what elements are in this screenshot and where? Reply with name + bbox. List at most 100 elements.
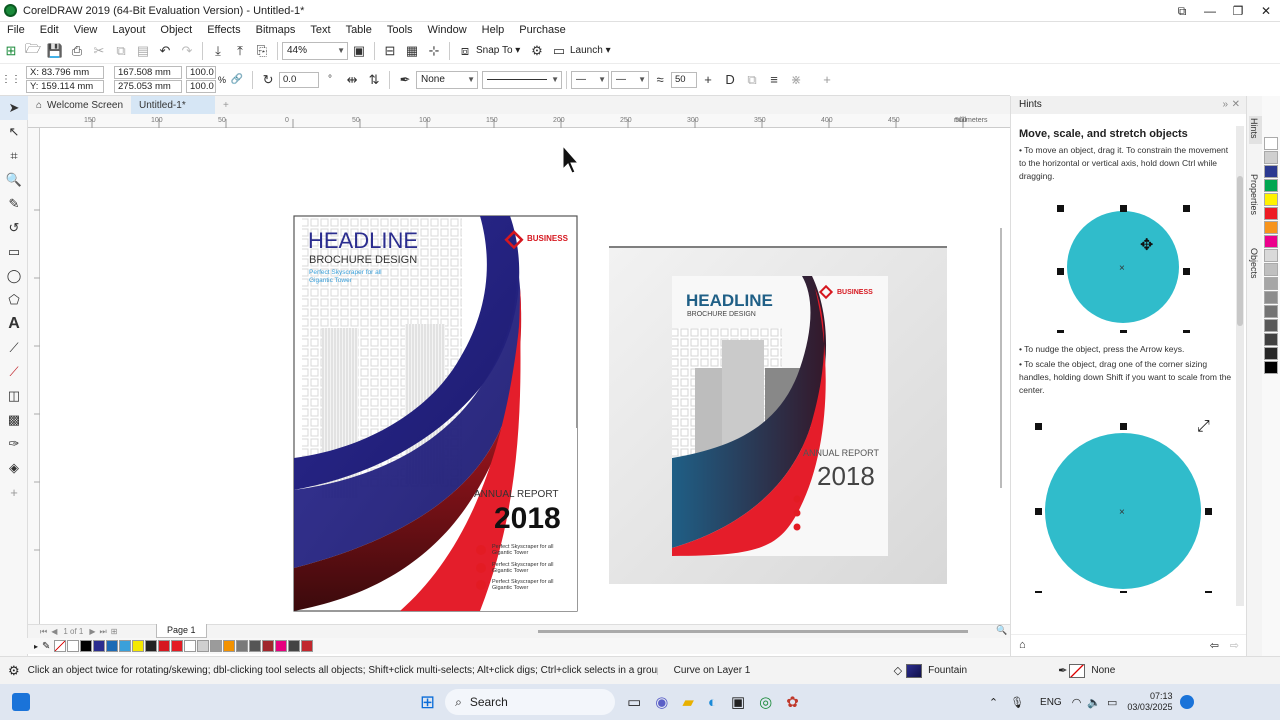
object-origin-icon[interactable]: ⋮⋮ <box>1 70 21 90</box>
ellipse-tool-icon[interactable]: ◯ <box>0 264 28 288</box>
palette-swatch[interactable] <box>67 640 80 652</box>
zoom-navigator-icon[interactable]: 🔍 <box>996 625 1007 636</box>
smoothing-field[interactable]: 50 <box>671 71 698 88</box>
palette-swatch[interactable] <box>288 640 301 652</box>
next-page-icon[interactable]: ▶ <box>89 627 95 636</box>
scale-y-field[interactable]: 100.0 <box>186 80 216 93</box>
menu-effects[interactable]: Effects <box>200 24 248 36</box>
zoom-tool-icon[interactable]: 🔍 <box>0 168 28 192</box>
wifi-icon[interactable]: ◠ <box>1072 696 1082 709</box>
palette-swatch[interactable] <box>210 640 223 652</box>
teams-icon[interactable]: ◉ <box>655 693 668 711</box>
tab-welcome-screen[interactable]: ⌂ Welcome Screen <box>28 96 131 114</box>
maximize-button[interactable]: ❐ <box>1224 0 1252 22</box>
palette-swatch[interactable] <box>158 640 171 652</box>
mirror-vertical-icon[interactable]: ⇅ <box>364 70 384 90</box>
dimension-tool-icon[interactable]: ⟋ <box>0 336 28 360</box>
palette-arrow-icon[interactable]: ▸ <box>34 642 38 651</box>
rotate-icon[interactable]: ↻ <box>258 70 278 90</box>
palette-swatch[interactable] <box>106 640 119 652</box>
paste-icon[interactable]: ▤ <box>133 41 153 61</box>
taskbar-search[interactable]: ⌕ Search <box>445 689 616 715</box>
drop-shadow-icon[interactable]: ◫ <box>0 384 28 408</box>
palette-swatch[interactable] <box>223 640 236 652</box>
reference-image[interactable]: HEADLINE BROCHURE DESIGN BUSINESS ANNUAL… <box>609 246 947 584</box>
width-field[interactable]: 167.508 mm <box>114 66 182 79</box>
zoom-level-select[interactable]: 44% ▼ <box>282 41 348 60</box>
line-style-select[interactable]: ▼ <box>482 70 563 89</box>
docker-expand-icon[interactable]: » <box>1222 96 1228 114</box>
store-icon[interactable]: ▣ <box>731 693 745 711</box>
right-palette-swatch[interactable] <box>1264 221 1278 234</box>
export-icon[interactable]: ⤒ <box>230 41 250 61</box>
palette-swatch[interactable] <box>275 640 288 652</box>
notification-icon[interactable] <box>1180 695 1195 709</box>
minimize-button[interactable]: — <box>1196 0 1224 22</box>
palette-swatch[interactable] <box>262 640 275 652</box>
new-document-icon[interactable]: ⊞ <box>1 41 21 61</box>
palette-swatch[interactable] <box>93 640 106 652</box>
menu-window[interactable]: Window <box>421 24 475 36</box>
end-arrowhead-select[interactable]: — ▼ <box>611 70 650 89</box>
corel-photo-icon[interactable]: ✿ <box>786 693 799 711</box>
widgets-icon[interactable] <box>12 693 30 711</box>
start-icon[interactable]: ⊞ <box>420 692 435 713</box>
status-settings-icon[interactable]: ⚙ <box>8 663 20 679</box>
docker-close-icon[interactable]: ✕ <box>1232 96 1240 114</box>
connector-tool-icon[interactable]: ⟋ <box>0 360 28 384</box>
right-palette-swatch[interactable] <box>1264 361 1278 374</box>
lock-ratio-icon[interactable]: 🔗 <box>227 70 247 90</box>
copy-icon[interactable]: ⧉ <box>111 41 131 61</box>
full-screen-icon[interactable]: ▣ <box>349 41 369 61</box>
right-palette-swatch[interactable] <box>1264 165 1278 178</box>
close-button[interactable]: ✕ <box>1252 0 1280 22</box>
rotation-angle-field[interactable]: 0.0 <box>279 71 320 88</box>
palette-swatch[interactable] <box>80 640 93 652</box>
menu-file[interactable]: File <box>0 24 33 36</box>
palette-swatch[interactable] <box>197 640 210 652</box>
outline-swatch[interactable] <box>1069 663 1086 678</box>
forward-hint-icon[interactable]: ⇨ <box>1230 639 1239 652</box>
horizontal-scrollbar[interactable] <box>538 630 968 633</box>
clock[interactable]: 07:13 03/03/2025 <box>1127 691 1172 713</box>
edge-icon[interactable]: ◐ <box>708 694 717 711</box>
new-tab-button[interactable]: + <box>215 96 237 114</box>
right-palette-swatch[interactable] <box>1264 137 1278 150</box>
no-color-swatch[interactable] <box>54 640 67 652</box>
task-view-icon[interactable]: ▭ <box>627 693 641 711</box>
transparency-icon[interactable]: ▩ <box>0 408 28 432</box>
start-arrowhead-select[interactable]: — ▼ <box>571 70 610 89</box>
hints-tab[interactable]: Hints <box>1249 116 1262 144</box>
x-position-field[interactable]: X: 83.796 mm <box>26 66 104 79</box>
scale-x-field[interactable]: 100.0 <box>186 66 216 79</box>
artistic-media-icon[interactable]: ↺ <box>0 216 28 240</box>
rectangle-tool-icon[interactable]: ▭ <box>0 240 28 264</box>
options-gear-icon[interactable]: ⚙ <box>527 41 547 61</box>
print-icon[interactable]: ⎙ <box>67 41 87 61</box>
quick-customize-icon[interactable]: ⋇ <box>786 70 806 90</box>
palette-swatch[interactable] <box>236 640 249 652</box>
properties-tab[interactable]: Properties <box>1249 174 1262 218</box>
text-tool-icon[interactable]: A <box>0 312 28 336</box>
outline-status-icon[interactable]: ✒ <box>1058 664 1067 677</box>
interactive-fill-icon[interactable]: ◈ <box>0 456 28 480</box>
menu-tools[interactable]: Tools <box>380 24 421 36</box>
snap-to-dropdown[interactable]: Snap To ▾ <box>476 45 526 56</box>
crop-tool-icon[interactable]: ⌗ <box>0 144 28 168</box>
polygon-tool-icon[interactable]: ⬠ <box>0 288 28 312</box>
y-position-field[interactable]: Y: 159.114 mm <box>26 80 104 93</box>
height-field[interactable]: 275.053 mm <box>114 80 182 93</box>
wrap-text-icon[interactable]: ⧉ <box>742 70 762 90</box>
align-icon[interactable]: ≡ <box>764 70 784 90</box>
shape-tool-icon[interactable]: ↖ <box>0 120 28 144</box>
add-tool-icon[interactable]: + <box>0 480 28 504</box>
launch-dropdown[interactable]: Launch ▾ <box>570 45 630 56</box>
menu-text[interactable]: Text <box>303 24 338 36</box>
smoothing-icon[interactable]: ≈ <box>650 70 670 90</box>
palette-swatch[interactable] <box>249 640 262 652</box>
back-hint-icon[interactable]: ⇦ <box>1210 639 1219 652</box>
palette-swatch[interactable] <box>184 640 197 652</box>
horizontal-ruler[interactable]: 150 100 50 0 50 100 150 200 250 300 350 400 450 500 m… <box>28 114 1010 128</box>
smoothing-plus-icon[interactable]: + <box>698 70 718 90</box>
language-indicator[interactable]: ENG <box>1040 697 1062 708</box>
